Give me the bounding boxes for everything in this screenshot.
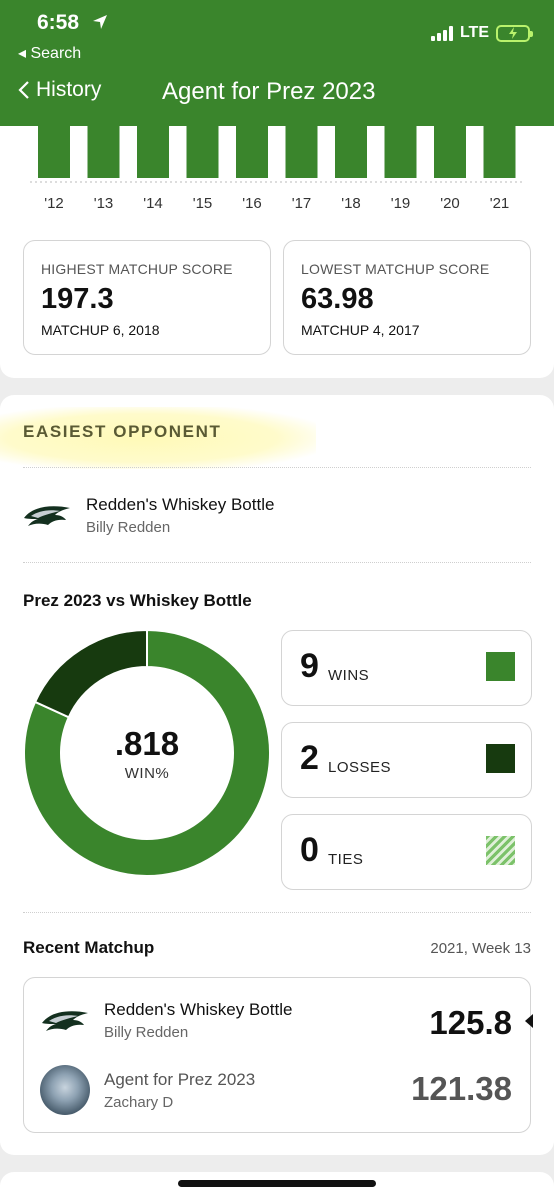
highest-score-value: 197.3 (41, 283, 114, 315)
opponent-owner: Billy Redden (86, 519, 171, 536)
season-year-label: '15 (193, 195, 213, 212)
season-year-label: '13 (94, 195, 114, 212)
wins-box: 9 WINS (281, 630, 532, 706)
season-year-label: '14 (143, 195, 163, 212)
season-year-label: '16 (242, 195, 262, 212)
losses-count: 2 (300, 739, 319, 777)
opponent-row[interactable]: Redden's Whiskey Bottle Billy Redden (22, 495, 274, 536)
season-history-card: '12 '13 '14 '15 '16 '17 '18 '19 '20 '21 HIGHEST M… (0, 100, 554, 378)
avatar (40, 1065, 90, 1115)
season-year-label: '19 (391, 195, 411, 212)
chevron-left-icon (18, 81, 29, 99)
highest-score-label: HIGHEST MATCHUP SCORE (41, 261, 233, 277)
back-app-label: Search (30, 45, 82, 62)
easiest-opponent-card: EASIEST OPPONENT Redden's Whiskey Bottle… (0, 395, 554, 1155)
wins-swatch (486, 652, 515, 681)
ties-hatched-swatch (486, 836, 515, 865)
losses-swatch (486, 744, 515, 773)
winner-arrow-icon (525, 1014, 533, 1028)
win-percentage: .818 (114, 724, 180, 762)
highest-score-box[interactable]: HIGHEST MATCHUP SCORE 197.3 MATCHUP 6, 2… (23, 240, 271, 355)
lowest-score-matchup: MATCHUP 4, 2017 (301, 322, 420, 338)
ties-box: 0 TIES (281, 814, 532, 890)
history-back-label: History (36, 78, 102, 101)
versus-title: Prez 2023 vs Whiskey Bottle (23, 591, 252, 610)
section-title: EASIEST OPPONENT (23, 422, 222, 441)
divider (23, 562, 531, 563)
matchup-team-row: Agent for Prez 2023 Zachary D (40, 1065, 255, 1115)
season-year-label: '12 (44, 195, 64, 212)
win-percentage-label: WIN% (124, 764, 170, 782)
season-year-label: '20 (440, 195, 460, 212)
ties-count: 0 (300, 831, 319, 869)
matchup-team-row: Redden's Whiskey Bottle Billy Redden (40, 1000, 292, 1041)
status-indicators: LTE (430, 24, 533, 42)
matchup-team1-owner: Billy Redden (104, 1024, 189, 1041)
matchup-team1-score: 125.8 (429, 1004, 512, 1041)
back-to-search-link[interactable]: ◂ Search (18, 43, 81, 63)
history-back-button[interactable]: History (18, 78, 101, 102)
recent-matchup-box[interactable]: Redden's Whiskey Bottle Billy Redden 125… (23, 977, 533, 1133)
lowest-score-box[interactable]: LOWEST MATCHUP SCORE 63.98 MATCHUP 4, 20… (283, 240, 531, 355)
losses-label: LOSSES (328, 759, 392, 776)
matchup-team2-name: Agent for Prez 2023 (104, 1069, 256, 1089)
donut-center: .818 WIN% (23, 629, 271, 877)
lowest-score-label: LOWEST MATCHUP SCORE (301, 261, 490, 277)
battery-charging-icon (496, 24, 533, 42)
ties-label: TIES (328, 851, 364, 868)
matchup-team2-owner: Zachary D (104, 1093, 174, 1111)
season-year-label: '21 (490, 195, 510, 212)
season-year-label: '17 (292, 195, 312, 212)
losses-box: 2 LOSSES (281, 722, 532, 798)
network-label: LTE (459, 24, 489, 41)
divider (23, 467, 531, 468)
signal-icon (430, 25, 453, 41)
divider (23, 912, 531, 913)
matchup-team1-name: Redden's Whiskey Bottle (104, 1000, 293, 1019)
highest-score-matchup: MATCHUP 6, 2018 (41, 322, 160, 338)
lowest-score-value: 63.98 (301, 283, 374, 315)
eagle-logo-icon (42, 1010, 88, 1031)
season-year-label: '18 (341, 195, 361, 212)
app-header: 6:58 ◂ Search LTE History Agent for Prez… (0, 0, 554, 126)
status-time: 6:58 (37, 11, 80, 34)
wins-label: WINS (328, 667, 370, 684)
home-indicator[interactable] (178, 1180, 376, 1187)
page-title: Agent for Prez 2023 (162, 78, 376, 105)
location-arrow-icon (93, 15, 107, 29)
wins-count: 9 (300, 647, 319, 685)
recent-matchup-week: 2021, Week 13 (430, 940, 531, 957)
matchup-team2-score: 121.38 (411, 1070, 512, 1107)
recent-matchup-title: Recent Matchup (23, 938, 155, 957)
opponent-team-name: Redden's Whiskey Bottle (86, 495, 275, 514)
eagle-logo-icon (24, 505, 70, 526)
